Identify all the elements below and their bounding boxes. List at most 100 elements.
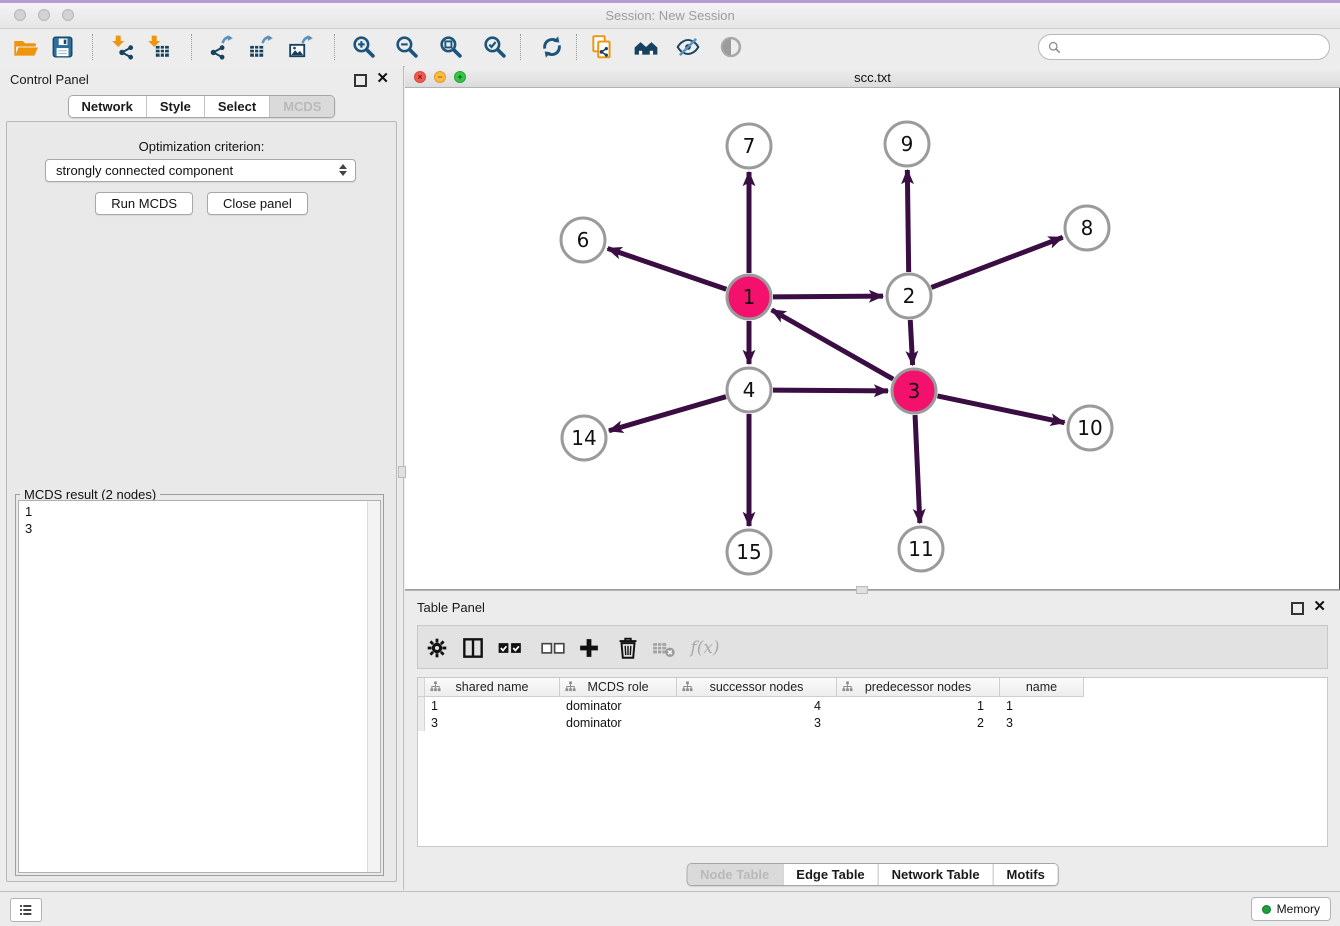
graph-node-3[interactable]: 3	[892, 369, 936, 413]
network-canvas[interactable]: 7 9 6 8 1 2 4 3 14 10 15 11	[405, 88, 1340, 590]
toggle-graphics-details-icon[interactable]	[672, 32, 704, 62]
table-row-gutter	[418, 697, 425, 714]
graph-node-11[interactable]: 11	[899, 527, 943, 571]
search-input[interactable]	[1062, 39, 1329, 56]
export-image-icon[interactable]	[285, 32, 317, 62]
run-mcds-button[interactable]: Run MCDS	[95, 192, 193, 215]
graph-edge-3-1[interactable]	[772, 310, 894, 379]
table-cell[interactable]: dominator	[560, 699, 677, 713]
deselect-all-icon[interactable]	[538, 633, 568, 663]
table-cell[interactable]: dominator	[560, 716, 677, 730]
home-icon[interactable]	[630, 32, 662, 62]
graph-edge-4-14[interactable]	[609, 397, 726, 431]
delete-row-icon[interactable]	[613, 633, 643, 663]
export-table-icon[interactable]	[245, 32, 277, 62]
table-cell[interactable]: 2	[837, 716, 1000, 730]
vertical-splitter-handle[interactable]	[398, 466, 406, 478]
table-cell[interactable]: 1	[425, 699, 560, 713]
graph-edge-2-9[interactable]	[907, 170, 908, 272]
horizontal-splitter-handle[interactable]	[856, 586, 868, 594]
graph-edge-3-10[interactable]	[937, 396, 1064, 423]
toolbar-separator	[520, 34, 521, 60]
zoom-fit-icon[interactable]	[435, 32, 467, 62]
duplicate-network-icon[interactable]	[586, 32, 618, 62]
export-network-icon[interactable]	[205, 32, 237, 62]
import-table-icon[interactable]	[142, 32, 174, 62]
table-row[interactable]: 3dominator323	[418, 714, 1327, 731]
graph-edge-4-3[interactable]	[773, 390, 888, 391]
toolbar-separator	[191, 34, 192, 60]
column-header-predecessor-nodes[interactable]: predecessor nodes	[837, 678, 1000, 697]
node-table: shared nameMCDS rolesuccessor nodesprede…	[417, 677, 1328, 847]
table-cell[interactable]: 3	[677, 716, 837, 730]
graph-node-6[interactable]: 6	[561, 218, 605, 262]
search-box	[1038, 34, 1330, 60]
graph-node-9[interactable]: 9	[885, 122, 929, 166]
graph-node-2[interactable]: 2	[887, 274, 931, 318]
tab-edge-table[interactable]: Edge Table	[782, 864, 877, 885]
graph-edge-1-2[interactable]	[773, 296, 883, 297]
open-session-icon[interactable]	[10, 32, 42, 62]
toggle-panel-icon[interactable]	[458, 633, 488, 663]
mcds-result-scrollbar[interactable]	[367, 501, 380, 872]
graph-edge-3-11[interactable]	[915, 415, 920, 523]
graph-node-8[interactable]: 8	[1065, 206, 1109, 250]
float-panel-icon[interactable]	[354, 74, 367, 87]
tab-style[interactable]: Style	[146, 96, 204, 117]
level-of-detail-icon[interactable]	[715, 32, 747, 62]
save-session-icon[interactable]	[46, 32, 78, 62]
graph-node-10[interactable]: 10	[1068, 406, 1112, 450]
criterion-select[interactable]: strongly connected component	[45, 159, 356, 182]
import-network-icon[interactable]	[106, 32, 138, 62]
tab-node-table[interactable]: Node Table	[687, 864, 782, 885]
table-cell[interactable]: 1	[1000, 699, 1084, 713]
column-header-MCDS-role[interactable]: MCDS role	[560, 678, 677, 697]
svg-text:11: 11	[908, 537, 933, 561]
zoom-selected-icon[interactable]	[479, 32, 511, 62]
tab-select[interactable]: Select	[204, 96, 269, 117]
graph-node-7[interactable]: 7	[727, 124, 771, 168]
tab-mcds[interactable]: MCDS	[269, 96, 334, 117]
tab-network-table[interactable]: Network Table	[878, 864, 993, 885]
function-builder-icon: f(x)	[690, 633, 720, 663]
graph-edge-1-6[interactable]	[608, 248, 727, 289]
column-header-shared-name[interactable]: shared name	[425, 678, 560, 697]
memory-button[interactable]: Memory	[1251, 897, 1331, 921]
zoom-out-icon[interactable]	[391, 32, 423, 62]
graph-node-14[interactable]: 14	[562, 416, 606, 460]
control-panel-tabs: NetworkStyleSelectMCDS	[68, 95, 336, 118]
zoom-in-icon[interactable]	[348, 32, 380, 62]
main-titlebar: Session: New Session	[0, 3, 1340, 29]
graph-node-1[interactable]: 1	[727, 275, 771, 319]
graph-edge-2-8[interactable]	[931, 237, 1062, 287]
table-settings-icon[interactable]	[422, 633, 452, 663]
close-panel-icon[interactable]: ✕	[376, 72, 389, 86]
tab-network[interactable]: Network	[69, 96, 146, 117]
svg-text:7: 7	[743, 134, 756, 158]
table-cell[interactable]: 1	[837, 699, 1000, 713]
network-window-titlebar: × − + scc.txt	[405, 66, 1340, 88]
close-panel-button[interactable]: Close panel	[207, 192, 308, 215]
mcds-result-text: 1 3	[19, 501, 367, 872]
graph-node-4[interactable]: 4	[727, 368, 771, 412]
table-cell[interactable]: 4	[677, 699, 837, 713]
table-panel-tabs: Node TableEdge TableNetwork TableMotifs	[686, 863, 1059, 886]
table-cell[interactable]: 3	[1000, 716, 1084, 730]
select-all-icon[interactable]	[495, 633, 525, 663]
table-row[interactable]: 1dominator411	[418, 697, 1327, 714]
refresh-icon[interactable]	[536, 32, 568, 62]
network-window-title: scc.txt	[405, 70, 1340, 85]
add-row-icon[interactable]	[574, 633, 604, 663]
main-toolbar	[0, 29, 1340, 67]
svg-text:10: 10	[1077, 416, 1102, 440]
tab-motifs[interactable]: Motifs	[993, 864, 1058, 885]
task-history-button[interactable]	[10, 898, 42, 922]
graph-edge-2-3[interactable]	[910, 320, 912, 365]
close-table-panel-icon[interactable]: ✕	[1313, 600, 1326, 614]
column-header-successor-nodes[interactable]: successor nodes	[677, 678, 837, 697]
graph-node-15[interactable]: 15	[727, 530, 771, 574]
table-cell[interactable]: 3	[425, 716, 560, 730]
column-header-name[interactable]: name	[1000, 678, 1084, 697]
window-title: Session: New Session	[0, 8, 1340, 23]
float-table-panel-icon[interactable]	[1291, 602, 1304, 615]
